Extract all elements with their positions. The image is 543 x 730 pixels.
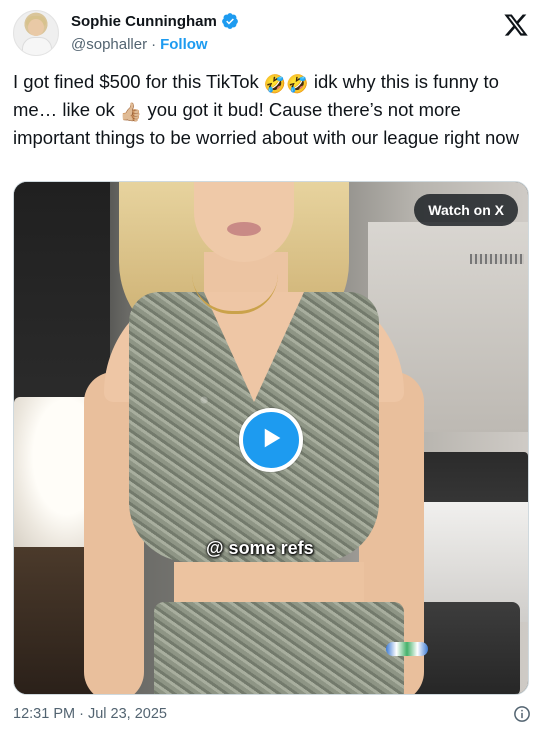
play-icon [256,423,286,458]
video-caption: @ some refs [206,538,314,558]
follow-button[interactable]: Follow [160,36,208,53]
name-row: Sophie Cunningham [71,12,239,30]
tweet-text: I got fined $500 for this TikTok 🤣🤣 idk … [13,68,528,152]
tweet-text-part-1: I got fined $500 for this TikTok [13,71,264,92]
separator: · [151,36,157,53]
handle-row: @sophaller · Follow [71,36,208,53]
thumbs-up-emoji-icon: 👍🏼 [119,102,143,122]
tweet-header: Sophie Cunningham @sophaller · Follow [13,10,531,60]
x-logo-icon[interactable] [503,12,529,38]
watch-on-x-button[interactable]: Watch on X [414,194,518,226]
person-bracelet [386,642,428,656]
rofl-emoji-icon: 🤣🤣 [263,74,309,94]
verified-badge-icon [221,12,239,30]
info-icon[interactable] [513,705,531,723]
person-pants [154,602,404,694]
play-button[interactable] [239,408,303,472]
person-lips [227,222,261,236]
scene-vent [470,254,524,264]
avatar-body [22,37,52,55]
tweet-timestamp[interactable]: 12:31 PM · Jul 23, 2025 [13,706,167,722]
tweet-card: Sophie Cunningham @sophaller · Follow I … [0,0,543,730]
handle[interactable]: @sophaller [71,36,147,53]
avatar-head [28,19,44,36]
avatar[interactable] [13,10,59,56]
video-player[interactable]: Watch on X @ some refs [13,181,529,695]
display-name[interactable]: Sophie Cunningham [71,13,217,30]
